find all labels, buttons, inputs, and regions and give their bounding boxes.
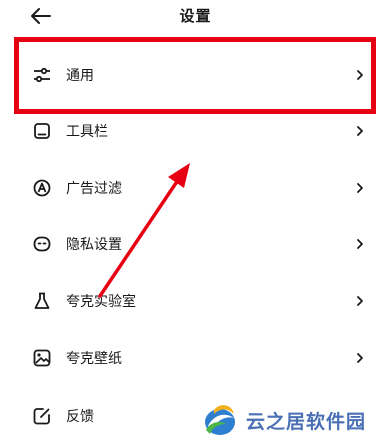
chevron-right-icon bbox=[357, 296, 363, 306]
watermark: 云之居软件园 bbox=[200, 398, 388, 442]
flask-icon bbox=[34, 292, 50, 309]
page-title: 设置 bbox=[179, 7, 212, 25]
highlight-box bbox=[14, 37, 376, 114]
menu-item-label: 工具栏 bbox=[66, 124, 108, 140]
watermark-logo-icon bbox=[205, 405, 235, 435]
feedback-icon bbox=[33, 408, 50, 425]
chevron-right-icon bbox=[357, 183, 363, 193]
menu-item-label: 夸克壁纸 bbox=[66, 351, 122, 367]
settings-screen: 设置 通用 工具栏 广告过滤 隐私设置 夸克实验室 夸克壁纸 反馈 云之居软件园 bbox=[0, 0, 391, 446]
menu-item-wallpaper[interactable]: 夸克壁纸 bbox=[0, 330, 391, 386]
header-bar: 设置 bbox=[0, 0, 391, 34]
privacy-icon bbox=[33, 236, 51, 252]
menu-item-label: 隐私设置 bbox=[66, 237, 122, 253]
menu-item-lab[interactable]: 夸克实验室 bbox=[0, 273, 391, 329]
chevron-right-icon bbox=[357, 239, 363, 249]
menu-item-ad-filter[interactable]: 广告过滤 bbox=[0, 160, 391, 216]
watermark-text: 云之居软件园 bbox=[246, 410, 367, 433]
menu-item-label: 反馈 bbox=[66, 409, 94, 425]
wallpaper-icon bbox=[33, 349, 51, 367]
toolbar-icon bbox=[34, 123, 50, 139]
menu-item-label: 广告过滤 bbox=[66, 181, 122, 197]
chevron-right-icon bbox=[357, 126, 363, 136]
menu-item-privacy[interactable]: 隐私设置 bbox=[0, 216, 391, 272]
chevron-right-icon bbox=[357, 353, 363, 363]
ad-filter-icon bbox=[33, 179, 51, 197]
menu-item-label: 夸克实验室 bbox=[66, 294, 136, 310]
